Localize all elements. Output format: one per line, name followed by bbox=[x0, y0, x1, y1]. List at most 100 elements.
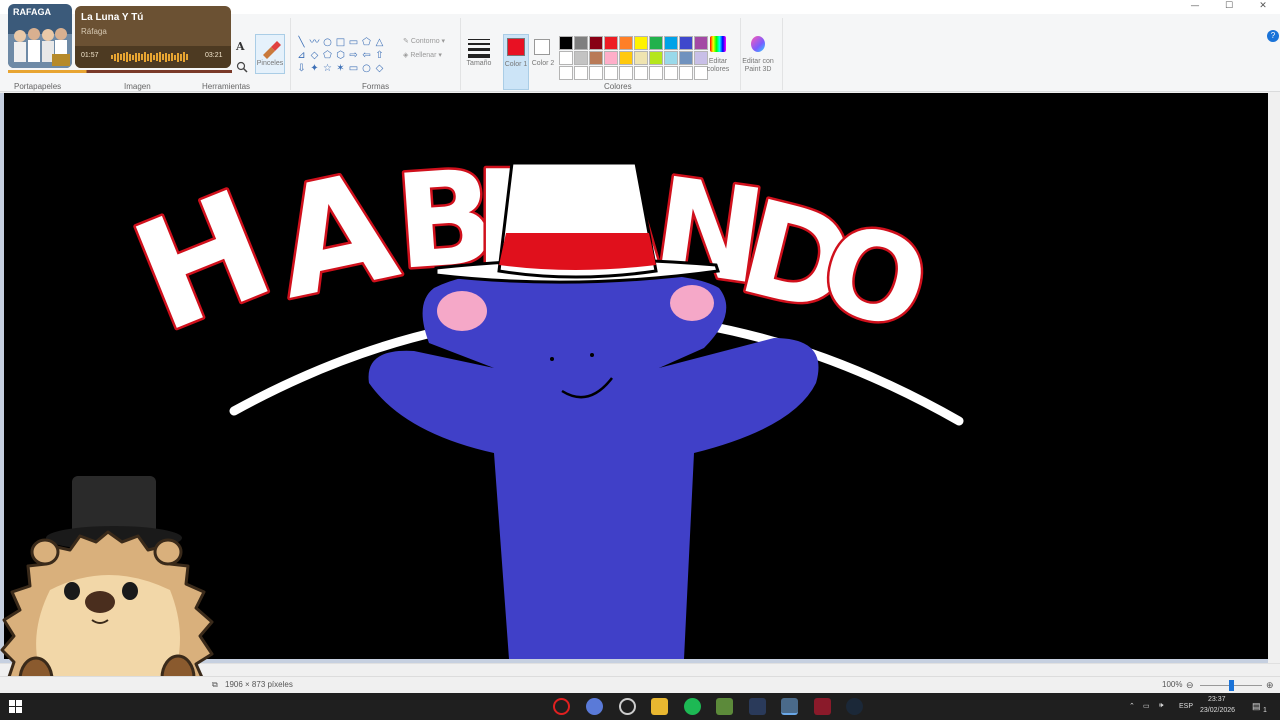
shape-item[interactable]: ⇩ bbox=[295, 62, 308, 75]
opera-icon[interactable] bbox=[553, 698, 570, 715]
palette-swatch[interactable] bbox=[619, 51, 633, 65]
size-button[interactable] bbox=[466, 36, 492, 58]
shape-item[interactable]: ▭ bbox=[347, 62, 360, 75]
palette-swatch[interactable] bbox=[679, 51, 693, 65]
palette-swatch[interactable] bbox=[574, 36, 588, 50]
shape-item[interactable]: ▭ bbox=[347, 36, 360, 49]
obs-icon[interactable] bbox=[619, 698, 636, 715]
shape-item[interactable]: ⇦ bbox=[360, 49, 373, 62]
palette-swatch[interactable] bbox=[634, 36, 648, 50]
shape-item[interactable]: ○ bbox=[321, 36, 334, 49]
color2-button[interactable] bbox=[532, 36, 554, 58]
shape-item[interactable]: ⇨ bbox=[347, 49, 360, 62]
spotify-icon[interactable] bbox=[684, 698, 701, 715]
shape-item[interactable]: ☆ bbox=[321, 62, 334, 75]
fill-dropdown[interactable]: ◈ Rellenar ▾ bbox=[403, 52, 442, 60]
palette-swatch[interactable] bbox=[664, 66, 678, 80]
media-progress-bar[interactable] bbox=[8, 70, 232, 73]
shape-item[interactable]: ╲ bbox=[295, 36, 308, 49]
network-icon[interactable]: ▭ bbox=[1143, 702, 1150, 710]
palette-swatch[interactable] bbox=[634, 66, 648, 80]
palette-swatch[interactable] bbox=[574, 66, 588, 80]
discord-icon[interactable] bbox=[586, 698, 603, 715]
vertical-scrollbar[interactable] bbox=[1268, 93, 1280, 663]
palette-swatch[interactable] bbox=[604, 36, 618, 50]
palette-swatch[interactable] bbox=[559, 66, 573, 80]
waveform-bar bbox=[111, 55, 113, 59]
magnifier-icon[interactable] bbox=[236, 60, 248, 73]
color1-button[interactable]: Color 1 bbox=[503, 34, 529, 90]
palette-swatch[interactable] bbox=[559, 51, 573, 65]
audio-waveform[interactable] bbox=[111, 52, 196, 62]
palette-swatch[interactable] bbox=[634, 51, 648, 65]
palette-swatch[interactable] bbox=[679, 36, 693, 50]
notifications-icon[interactable]: ▤ bbox=[1252, 701, 1261, 712]
palette-swatch[interactable] bbox=[664, 51, 678, 65]
shape-item[interactable]: ◇ bbox=[308, 49, 321, 62]
shape-item[interactable]: ○ bbox=[360, 62, 373, 75]
waveform-bar bbox=[126, 52, 128, 62]
minecraft-icon[interactable] bbox=[716, 698, 733, 715]
image-group-label: Imagen bbox=[124, 82, 151, 91]
clock-date[interactable]: 23/02/2026 bbox=[1200, 707, 1235, 714]
shape-item[interactable]: △ bbox=[373, 36, 386, 49]
shapes-gallery[interactable]: ╲ 〰 ○ □ ▭ ⬠ △ ⊿ ◇ ⬠ ⬡ ⇨ ⇦ ⇧ ⇩ ✦ ☆ ✶ ▭ ○ … bbox=[295, 36, 395, 76]
shape-item[interactable]: ⬠ bbox=[360, 36, 373, 49]
palette-swatch[interactable] bbox=[649, 36, 663, 50]
shape-item[interactable]: 〰 bbox=[308, 36, 321, 49]
paint-taskbar-icon[interactable] bbox=[781, 698, 798, 715]
brushes-button[interactable] bbox=[255, 34, 285, 74]
shape-item[interactable]: ◇ bbox=[373, 62, 386, 75]
palette-swatch[interactable] bbox=[589, 36, 603, 50]
shape-item[interactable]: □ bbox=[334, 36, 347, 49]
shape-item[interactable]: ⇧ bbox=[373, 49, 386, 62]
zoom-in-icon[interactable]: ⊕ bbox=[1266, 680, 1274, 691]
shape-item[interactable]: ⬡ bbox=[334, 49, 347, 62]
palette-swatch[interactable] bbox=[679, 66, 693, 80]
app-icon-2[interactable] bbox=[814, 698, 831, 715]
brush-icon bbox=[263, 41, 281, 59]
close-button[interactable]: ✕ bbox=[1246, 0, 1280, 14]
palette-swatch[interactable] bbox=[694, 36, 708, 50]
color-palette[interactable] bbox=[559, 36, 708, 80]
language-indicator[interactable]: ESP bbox=[1179, 703, 1193, 710]
steam-icon[interactable] bbox=[846, 698, 863, 715]
volume-icon[interactable]: 🕪 bbox=[1159, 702, 1163, 710]
shape-item[interactable]: ⊿ bbox=[295, 49, 308, 62]
palette-swatch[interactable] bbox=[664, 36, 678, 50]
palette-swatch[interactable] bbox=[589, 51, 603, 65]
zoom-slider-thumb[interactable] bbox=[1229, 680, 1234, 691]
palette-swatch[interactable] bbox=[604, 66, 618, 80]
clock-time[interactable]: 23:37 bbox=[1208, 696, 1226, 703]
waveform-bar bbox=[159, 52, 161, 62]
current-time: 01:57 bbox=[81, 52, 99, 59]
app-icon[interactable] bbox=[749, 698, 766, 715]
left-ear bbox=[30, 538, 60, 566]
palette-swatch[interactable] bbox=[619, 36, 633, 50]
palette-swatch[interactable] bbox=[649, 66, 663, 80]
waveform-bar bbox=[120, 54, 122, 60]
palette-swatch[interactable] bbox=[559, 36, 573, 50]
palette-swatch[interactable] bbox=[619, 66, 633, 80]
palette-swatch[interactable] bbox=[649, 51, 663, 65]
palette-swatch[interactable] bbox=[589, 66, 603, 80]
paint3d-label: Editar con Paint 3D bbox=[742, 58, 774, 73]
waveform-bar bbox=[153, 54, 155, 60]
shape-item[interactable]: ✶ bbox=[334, 62, 347, 75]
palette-swatch[interactable] bbox=[574, 51, 588, 65]
tray-chevron-icon[interactable]: ⌃ bbox=[1129, 702, 1135, 710]
start-icon[interactable] bbox=[9, 700, 22, 713]
file-explorer-icon[interactable] bbox=[651, 698, 668, 715]
shape-item[interactable]: ⬠ bbox=[321, 49, 334, 62]
zoom-out-icon[interactable]: ⊖ bbox=[1186, 680, 1194, 691]
help-icon[interactable]: ? bbox=[1267, 30, 1279, 42]
shape-item[interactable]: ✦ bbox=[308, 62, 321, 75]
outline-dropdown[interactable]: ✎ Contorno ▾ bbox=[403, 38, 445, 46]
palette-swatch[interactable] bbox=[604, 51, 618, 65]
maximize-button[interactable]: ☐ bbox=[1212, 0, 1246, 14]
paint3d-icon[interactable] bbox=[751, 36, 765, 52]
minimize-button[interactable]: — bbox=[1178, 0, 1212, 14]
edit-colors-icon[interactable] bbox=[710, 36, 726, 52]
album-art: RAFAGA bbox=[8, 4, 72, 68]
text-tool-icon[interactable]: A bbox=[236, 40, 245, 53]
